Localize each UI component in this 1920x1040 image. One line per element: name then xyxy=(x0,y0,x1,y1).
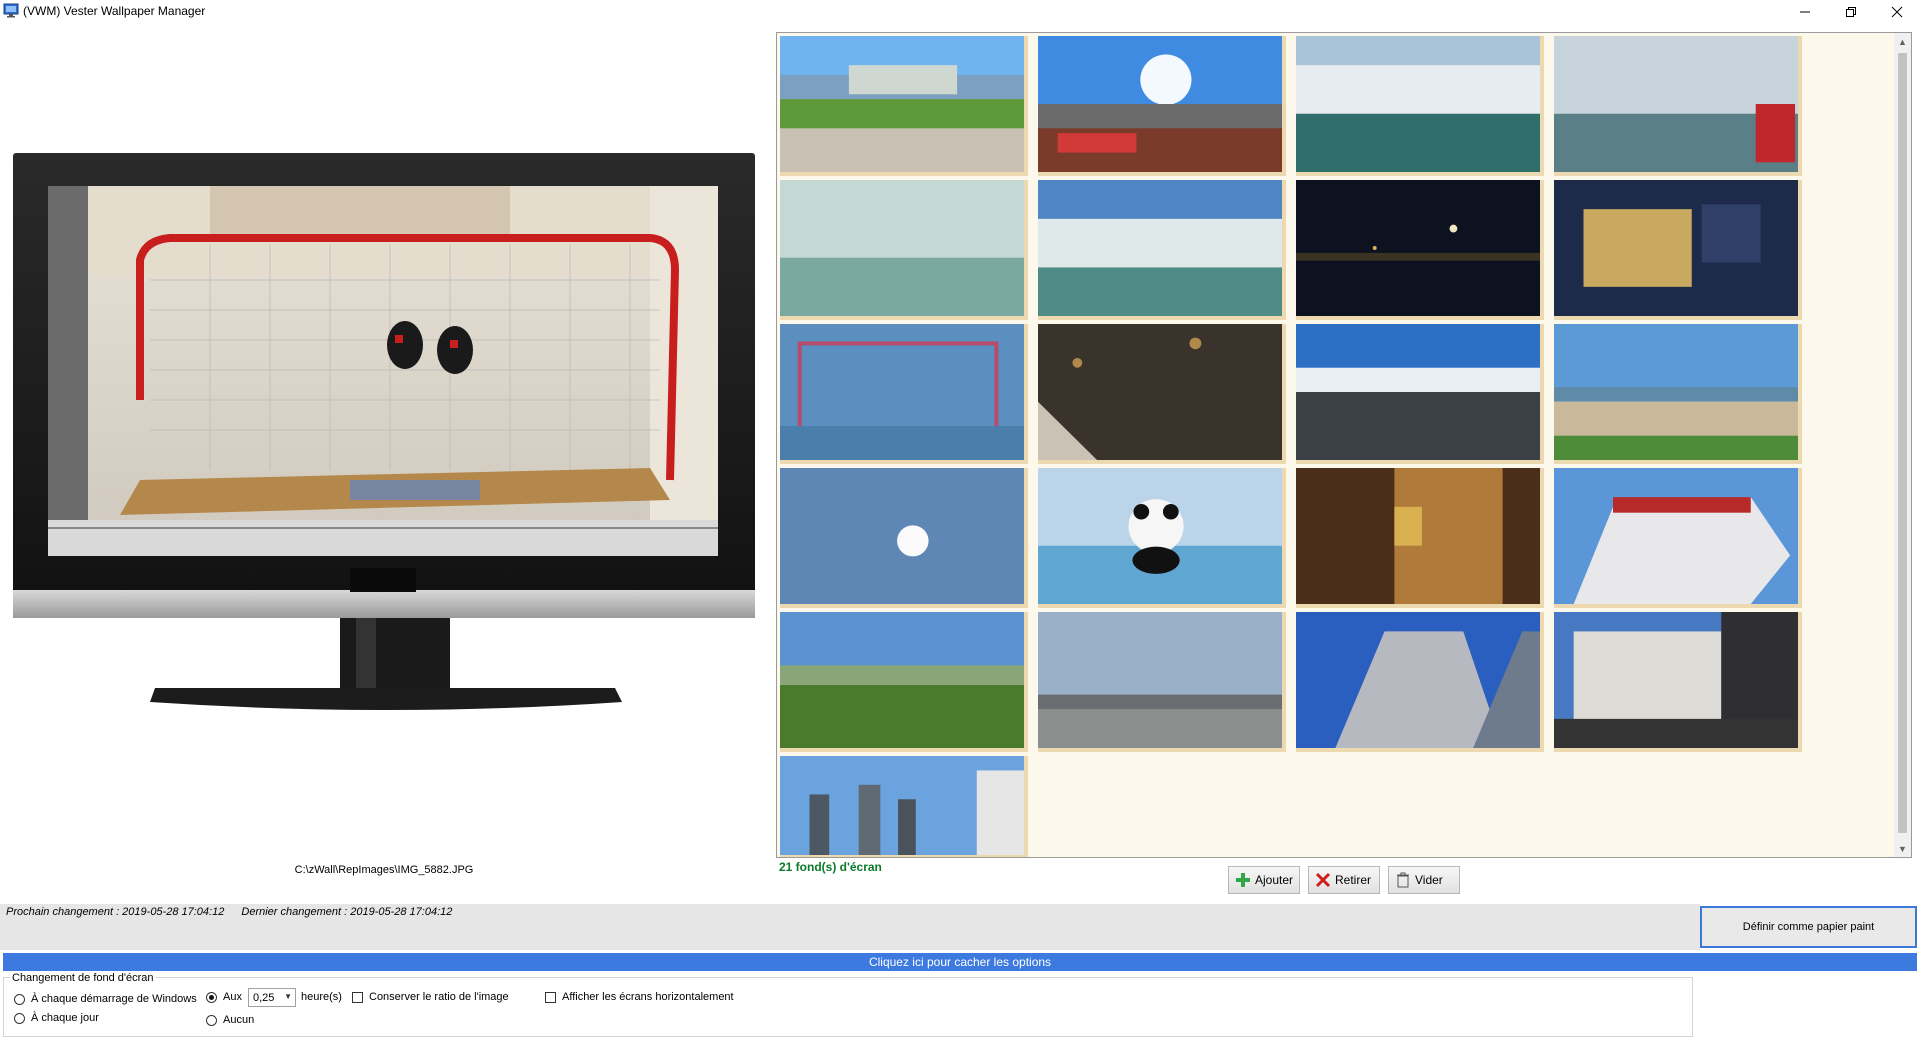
thumbnail-image xyxy=(1554,324,1798,460)
wallpaper-thumbnail[interactable] xyxy=(780,756,1028,857)
remove-button[interactable]: Retirer xyxy=(1308,866,1380,894)
keep-ratio-checkbox[interactable]: Conserver le ratio de l'image xyxy=(352,991,509,1003)
startup-label: À chaque démarrage de Windows xyxy=(31,993,197,1005)
daily-label: À chaque jour xyxy=(31,1012,99,1024)
wallpaper-preview xyxy=(10,150,755,720)
startup-radio[interactable]: À chaque démarrage de Windows xyxy=(14,993,197,1005)
trash-icon xyxy=(1397,872,1409,888)
remove-button-label: Retirer xyxy=(1335,873,1372,887)
last-change-text: Dernier changement : 2019-05-28 17:04:12 xyxy=(241,906,453,918)
thumbnail-image xyxy=(1296,36,1540,172)
preview-file-path: C:\zWall\RepImages\IMG_5882.JPG xyxy=(294,864,474,876)
interval-label: Aux xyxy=(223,991,242,1003)
wallpaper-thumbnail[interactable] xyxy=(1554,36,1802,176)
scroll-down-arrow-icon[interactable]: ▼ xyxy=(1894,840,1911,857)
wallpaper-change-group xyxy=(3,977,1693,1037)
wallpaper-thumbnail[interactable] xyxy=(780,468,1028,608)
checkbox-box xyxy=(545,991,556,1003)
wallpaper-thumbnail[interactable] xyxy=(780,324,1028,464)
radio-circle xyxy=(206,1014,217,1026)
red-x-icon xyxy=(1315,872,1331,888)
restore-icon xyxy=(1846,7,1856,17)
window-title: (VWM) Vester Wallpaper Manager xyxy=(23,4,206,18)
plus-icon xyxy=(1236,873,1250,887)
monitor-image xyxy=(13,153,755,710)
minimize-button[interactable] xyxy=(1782,0,1828,24)
clear-button-label: Vider xyxy=(1415,873,1443,887)
wallpaper-thumbnail[interactable] xyxy=(1038,180,1286,320)
interval-radio[interactable]: Aux xyxy=(206,991,242,1003)
thumbnail-image xyxy=(1038,36,1282,172)
close-button[interactable] xyxy=(1874,0,1920,24)
thumbnail-image xyxy=(1554,612,1798,748)
radio-circle xyxy=(14,1012,25,1024)
app-monitor-icon xyxy=(3,3,19,18)
hours-unit: heure(s) xyxy=(301,991,342,1003)
wallpaper-thumbnail[interactable] xyxy=(780,36,1028,176)
thumbnail-image xyxy=(1296,612,1540,748)
show-horizontal-label: Afficher les écrans horizontalement xyxy=(562,991,734,1003)
hours-unit-label: heure(s) xyxy=(301,991,342,1003)
interval-dropdown[interactable]: 0,25 ▼ xyxy=(248,988,296,1007)
thumbnail-image xyxy=(1296,468,1540,604)
close-icon xyxy=(1891,6,1903,18)
checkbox-box xyxy=(352,991,363,1003)
wallpaper-thumbnail[interactable] xyxy=(1296,324,1544,464)
wallpaper-gallery[interactable]: ▲ ▼ xyxy=(776,32,1912,858)
wallpaper-thumbnail[interactable] xyxy=(1296,612,1544,752)
thumbnail-image xyxy=(780,324,1024,460)
keep-ratio-label: Conserver le ratio de l'image xyxy=(369,991,509,1003)
restore-button[interactable] xyxy=(1828,0,1874,24)
minimize-icon xyxy=(1800,11,1810,13)
wallpaper-thumbnail[interactable] xyxy=(1296,468,1544,608)
wallpaper-count: 21 fond(s) d'écran xyxy=(779,860,882,874)
wallpaper-thumbnail[interactable] xyxy=(1554,324,1802,464)
next-change-text: Prochain changement : 2019-05-28 17:04:1… xyxy=(6,906,225,918)
wallpaper-thumbnail[interactable] xyxy=(780,612,1028,752)
scroll-thumb[interactable] xyxy=(1898,53,1907,833)
none-label: Aucun xyxy=(223,1014,255,1026)
toggle-options-bar[interactable]: Cliquez ici pour cacher les options xyxy=(3,953,1917,971)
gallery-scrollbar[interactable]: ▲ ▼ xyxy=(1894,33,1911,857)
wallpaper-thumbnail[interactable] xyxy=(1038,468,1286,608)
thumbnail-image xyxy=(1554,180,1798,316)
add-button-label: Ajouter xyxy=(1255,873,1294,887)
set-wallpaper-button[interactable]: Définir comme papier paint xyxy=(1700,906,1917,948)
chevron-down-icon: ▼ xyxy=(284,992,292,1001)
scroll-up-arrow-icon[interactable]: ▲ xyxy=(1894,33,1911,50)
group-label: Changement de fond d'écran xyxy=(10,972,156,984)
wallpaper-thumbnail[interactable] xyxy=(1554,180,1802,320)
wallpaper-thumbnail[interactable] xyxy=(1038,36,1286,176)
thumbnail-image xyxy=(1038,612,1282,748)
show-horizontal-checkbox[interactable]: Afficher les écrans horizontalement xyxy=(545,991,734,1003)
thumbnail-image xyxy=(1038,180,1282,316)
thumbnail-image xyxy=(780,180,1024,316)
thumbnail-image xyxy=(1038,468,1282,604)
daily-radio[interactable]: À chaque jour xyxy=(14,1012,99,1024)
thumbnail-image xyxy=(780,468,1024,604)
wallpaper-thumbnail[interactable] xyxy=(1038,324,1286,464)
clear-button[interactable]: Vider xyxy=(1388,866,1460,894)
status-text: Prochain changement : 2019-05-28 17:04:1… xyxy=(6,906,466,918)
thumbnail-image xyxy=(1038,324,1282,460)
wallpaper-thumbnail[interactable] xyxy=(1038,612,1286,752)
wallpaper-thumbnail[interactable] xyxy=(1554,468,1802,608)
interval-value: 0,25 xyxy=(253,991,275,1004)
wallpaper-thumbnail[interactable] xyxy=(1296,36,1544,176)
add-button[interactable]: Ajouter xyxy=(1228,866,1300,894)
title-bar: (VWM) Vester Wallpaper Manager xyxy=(0,0,1920,24)
thumbnail-image xyxy=(1554,468,1798,604)
thumbnail-image xyxy=(1296,180,1540,316)
radio-circle-selected xyxy=(206,991,217,1003)
thumbnail-image xyxy=(780,36,1024,172)
wallpaper-thumbnail[interactable] xyxy=(1296,180,1544,320)
thumbnail-image xyxy=(1554,36,1798,172)
radio-circle xyxy=(14,993,25,1005)
none-radio[interactable]: Aucun xyxy=(206,1014,254,1026)
thumbnail-image xyxy=(1296,324,1540,460)
thumbnail-image xyxy=(780,756,1024,855)
wallpaper-thumbnail[interactable] xyxy=(780,180,1028,320)
wallpaper-thumbnail[interactable] xyxy=(1554,612,1802,752)
thumbnail-image xyxy=(780,612,1024,748)
